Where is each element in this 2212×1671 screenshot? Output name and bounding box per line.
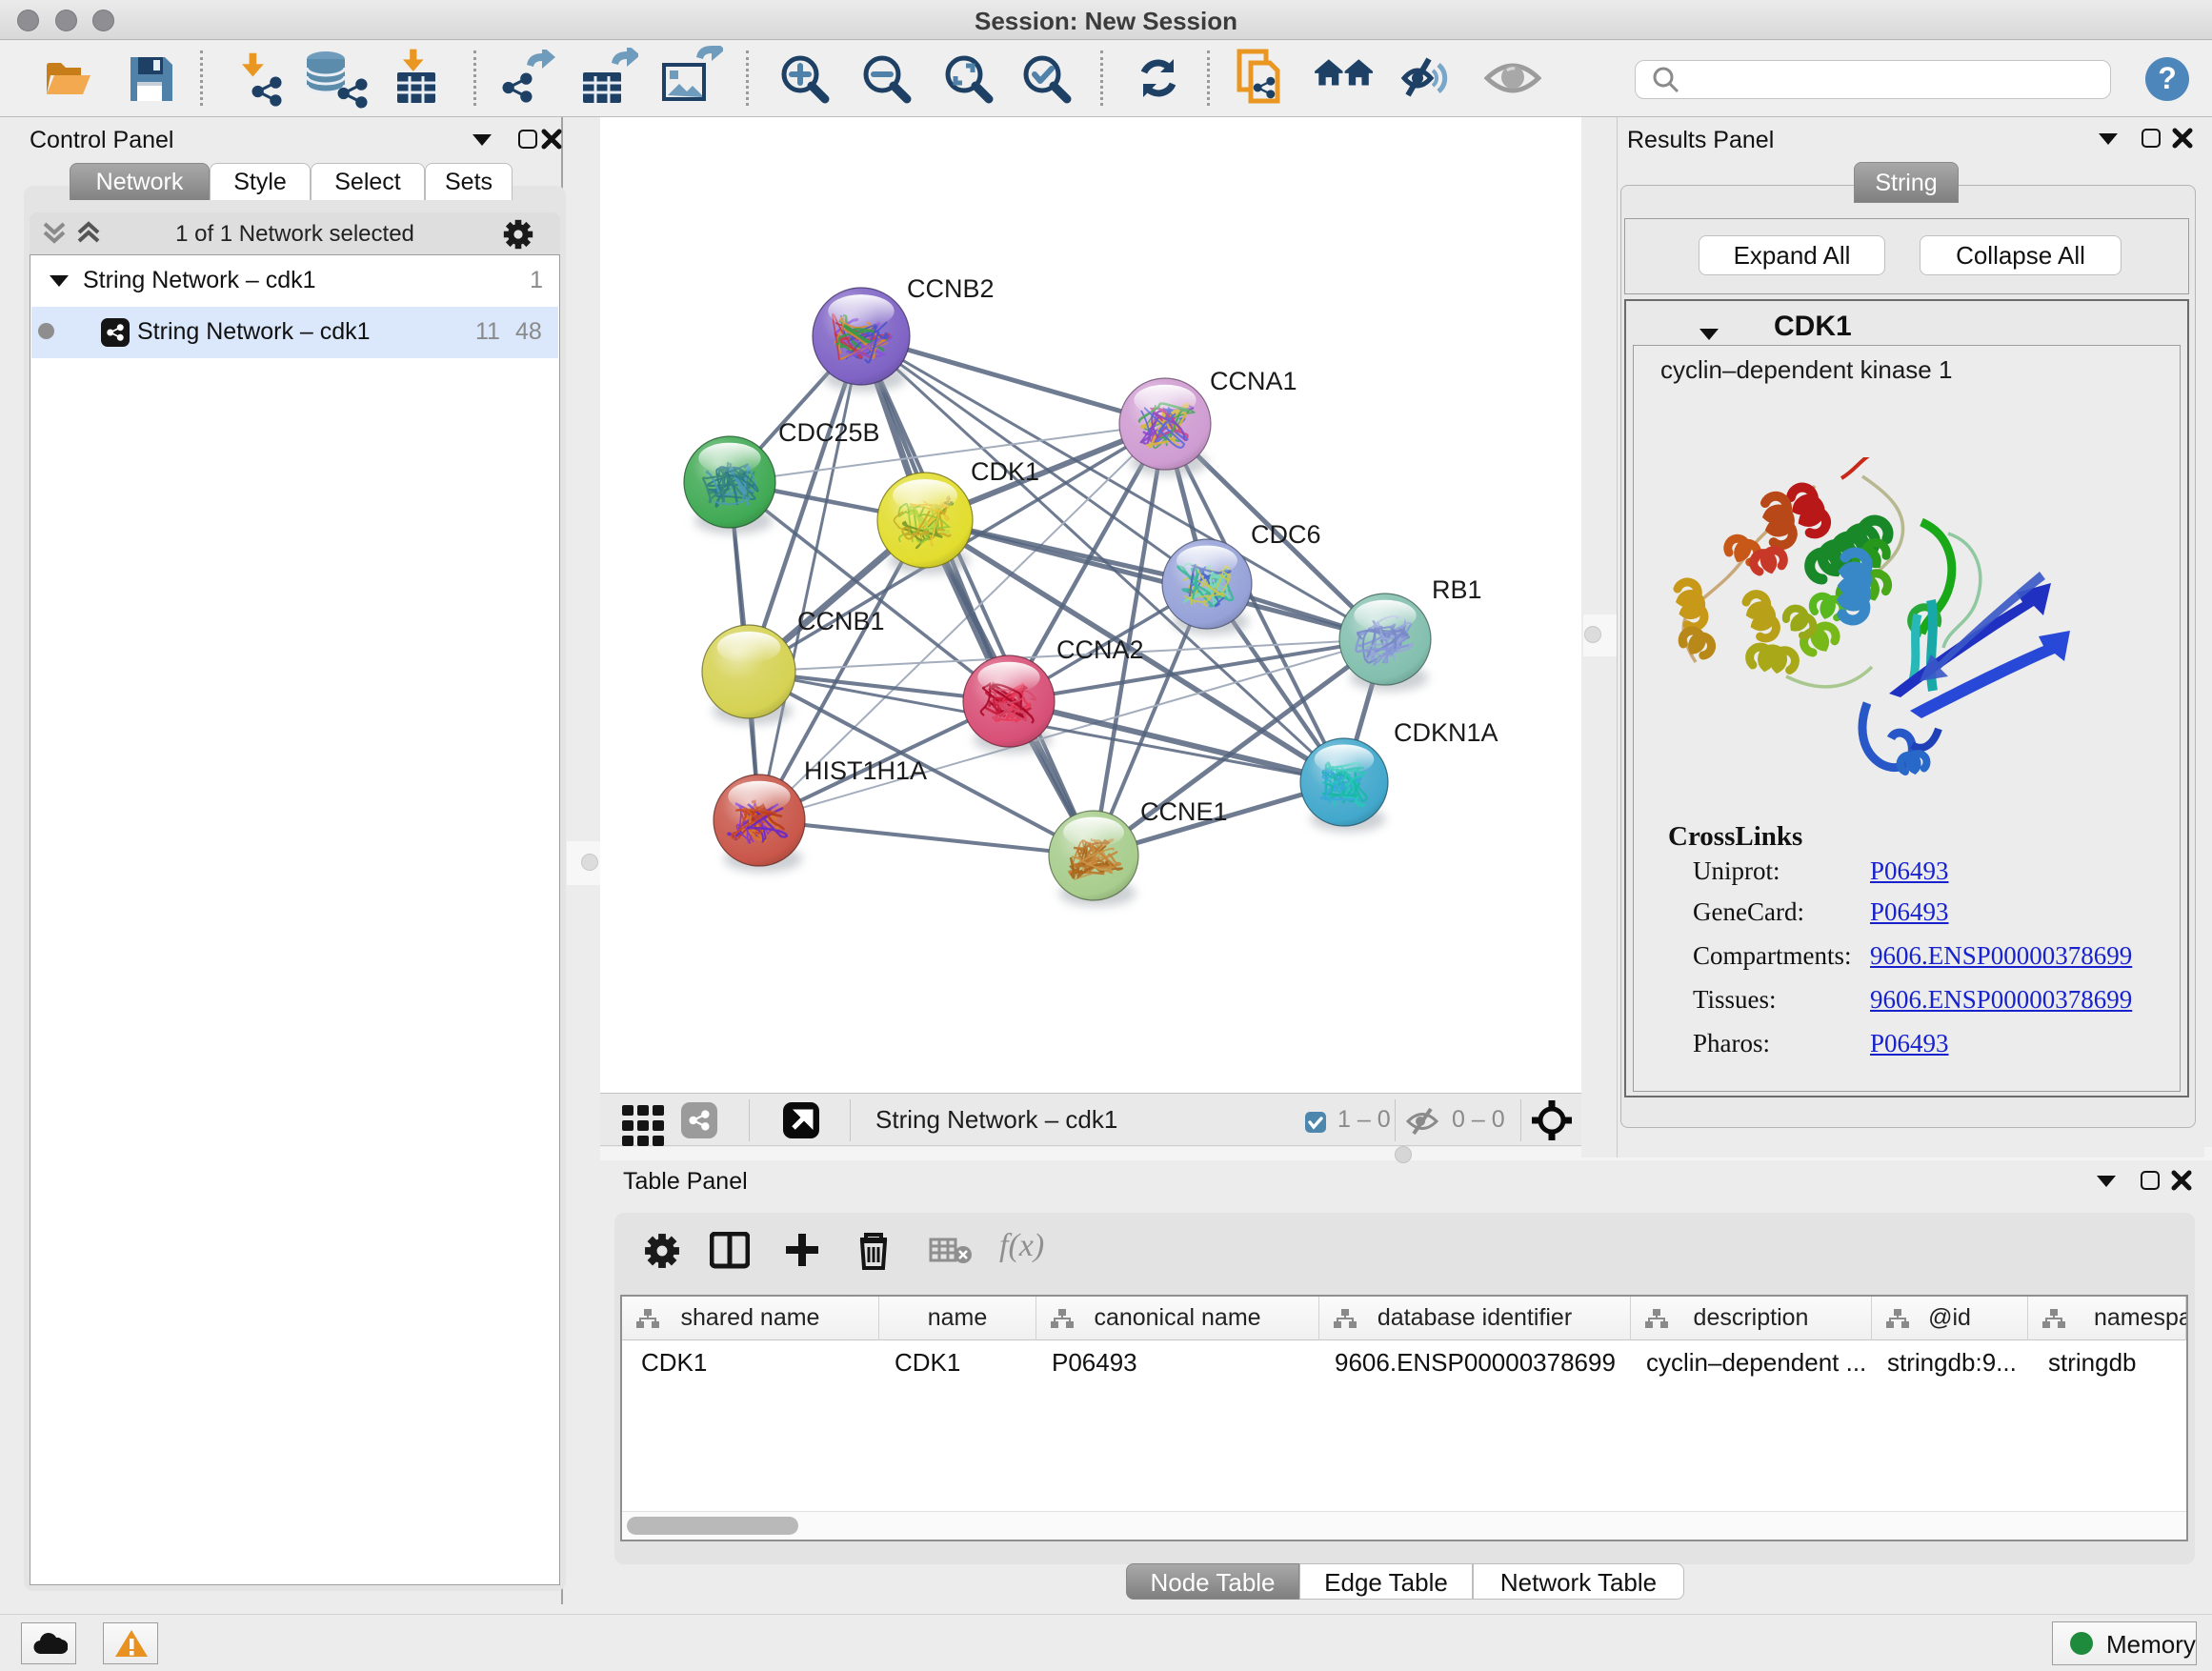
svg-text:CCNB1: CCNB1 <box>797 607 885 635</box>
svg-text:CDC6: CDC6 <box>1251 520 1321 549</box>
svg-text:?: ? <box>2158 61 2177 95</box>
svg-text:RB1: RB1 <box>1432 575 1482 604</box>
svg-text:CCNE1: CCNE1 <box>1140 797 1228 826</box>
svg-text:CCNA2: CCNA2 <box>1056 635 1144 664</box>
svg-text:CCNB2: CCNB2 <box>907 274 995 303</box>
svg-text:CCNA1: CCNA1 <box>1210 367 1297 395</box>
svg-text:CDK1: CDK1 <box>971 457 1039 486</box>
svg-text:HIST1H1A: HIST1H1A <box>804 756 927 785</box>
svg-text:CDC25B: CDC25B <box>778 418 880 447</box>
svg-text:CDKN1A: CDKN1A <box>1394 718 1498 747</box>
